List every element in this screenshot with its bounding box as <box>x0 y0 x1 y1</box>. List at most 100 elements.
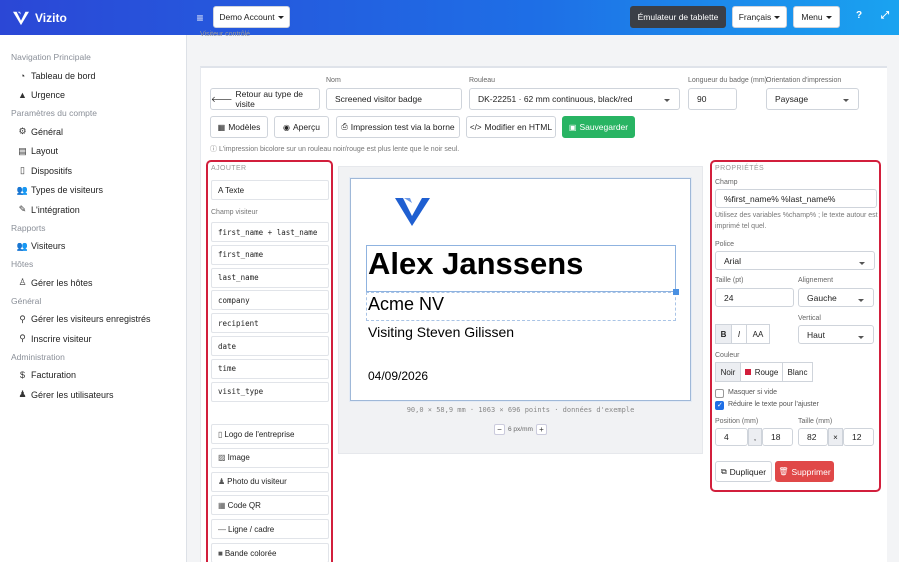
width-value: 82 <box>807 432 817 442</box>
sidebar-item[interactable]: ⚙ Général <box>0 122 186 142</box>
size-input-value: 24 <box>724 292 734 303</box>
language-dropdown[interactable]: Français <box>732 6 787 28</box>
test-print-button[interactable]: ⎙ Impression test via la borne <box>336 116 460 138</box>
vertical-select[interactable]: Haut <box>798 325 874 344</box>
name-input-value: Screened visitor badge <box>335 94 422 104</box>
duplicate-button[interactable]: ⧉ Dupliquer <box>715 461 772 482</box>
sidebar-item-icon: ⚲ <box>19 313 26 324</box>
visitor-field-item[interactable]: first_name <box>211 244 329 265</box>
italic-toggle[interactable]: I <box>732 324 747 344</box>
size-input[interactable]: 24 <box>715 288 794 307</box>
font-select[interactable]: Arial <box>715 251 875 270</box>
edit-html-button[interactable]: </> Modifier en HTML <box>466 116 556 138</box>
back-to-visit-type-button[interactable]: 🡐 Retour au type de visite <box>210 88 320 110</box>
position-separator: , <box>748 428 762 446</box>
sidebar-item-icon: $ <box>19 370 25 381</box>
add-element-label: Logo de l'entreprise <box>224 429 295 439</box>
roll-select[interactable]: DK-22251 · 62 mm continuous, black/red <box>469 88 680 110</box>
caps-toggle[interactable]: AA <box>747 324 770 344</box>
position-y-input[interactable]: 18 <box>762 428 793 446</box>
badge-length-input[interactable]: 90 <box>688 88 737 110</box>
add-element-item[interactable]: ▯ Logo de l'entreprise <box>211 424 329 444</box>
color-red-button[interactable]: Rouge <box>741 362 783 382</box>
tablet-emulator-button[interactable]: Émulateur de tablette <box>630 6 726 28</box>
shrink-to-fit-checkbox[interactable] <box>715 401 724 410</box>
add-element-item[interactable]: ■ Bande colorée <box>211 543 329 562</box>
sidebar-item-label: Visiteurs <box>31 241 66 252</box>
font-select-value: Arial <box>724 255 742 266</box>
visitor-field-item[interactable]: recipient <box>211 313 329 334</box>
color-black-button[interactable]: Noir <box>715 362 741 382</box>
add-element-label: Photo du visiteur <box>227 477 287 487</box>
align-select[interactable]: Gauche <box>798 288 874 307</box>
text-style-group: B I AA <box>715 324 770 344</box>
badge-visiting-text[interactable]: Visiting Steven Gilissen <box>368 324 514 340</box>
menu-dropdown[interactable]: Menu <box>793 6 840 28</box>
add-element-item[interactable]: ▦ Code QR <box>211 495 329 516</box>
sidebar-item-label: L'intégration <box>31 204 80 215</box>
visitor-field-item[interactable]: date <box>211 336 329 356</box>
sidebar-item[interactable]: 👥 Types de visiteurs <box>0 181 186 201</box>
brand[interactable]: Vizito <box>0 10 187 26</box>
add-text-item[interactable]: A Texte <box>211 180 329 200</box>
resize-handle[interactable] <box>673 289 679 295</box>
badge-name-text[interactable]: Alex Janssens <box>368 246 583 282</box>
name-input[interactable]: Screened visitor badge <box>326 88 462 110</box>
visitor-field-item[interactable]: time <box>211 358 329 379</box>
badge-logo-icon[interactable] <box>394 196 431 227</box>
sidebar-item[interactable]: ▤ Layout <box>0 142 186 162</box>
badge-date-text[interactable]: 04/09/2026 <box>368 369 428 383</box>
height-input[interactable]: 12 <box>843 428 874 446</box>
name-label: Nom <box>326 77 341 84</box>
sidebar-section-title: Hôtes <box>11 259 34 269</box>
preview-button[interactable]: ◉ Aperçu <box>274 116 329 138</box>
save-button[interactable]: ▣ Sauvegarder <box>562 116 635 138</box>
printer-icon: ⎙ <box>341 122 348 131</box>
sidebar-item[interactable]: 👥 Visiteurs <box>0 237 186 257</box>
add-element-item[interactable]: — Ligne / cadre <box>211 519 329 540</box>
sidebar-item[interactable]: ▯ Dispositifs <box>0 161 186 181</box>
sidebar-item[interactable]: ⚲ Inscrire visiteur <box>0 329 186 349</box>
color-white-button[interactable]: Blanc <box>783 362 813 382</box>
vertical-select-value: Haut <box>807 329 825 340</box>
orientation-select-value: Paysage <box>775 94 809 104</box>
sidebar-item-label: Gérer les hôtes <box>31 277 93 288</box>
orientation-select[interactable]: Paysage <box>766 88 859 110</box>
help-icon[interactable]: ? <box>856 10 862 21</box>
zoom-out-button[interactable]: − <box>494 424 505 435</box>
zoom-in-button[interactable]: + <box>535 424 547 435</box>
visitor-field-item[interactable]: last_name <box>211 267 329 288</box>
badge-company-text[interactable]: Acme NV <box>368 294 444 315</box>
field-input[interactable]: %first_name% %last_name% <box>715 189 877 208</box>
hide-if-empty-checkbox[interactable] <box>715 389 724 398</box>
hamburger-menu-icon[interactable]: ≡ <box>187 11 213 25</box>
bold-toggle[interactable]: B <box>715 324 732 344</box>
account-dropdown[interactable]: Demo Account <box>213 6 290 28</box>
sidebar-item[interactable]: ♙ Gérer les hôtes <box>0 273 186 293</box>
fullscreen-icon[interactable]: ⤢ <box>881 10 889 21</box>
add-element-item[interactable]: ♟ Photo du visiteur <box>211 471 329 492</box>
sidebar-item[interactable]: ✎ L'intégration <box>0 200 186 220</box>
color-label: Couleur <box>715 352 740 359</box>
eye-icon: ◉ <box>283 122 291 132</box>
sidebar-item[interactable]: ♟ Gérer les utilisateurs <box>0 385 186 405</box>
sidebar-item[interactable]: ▲ Urgence <box>0 86 186 106</box>
delete-button[interactable]: 🗑 Supprimer <box>775 461 834 482</box>
position-x-input[interactable]: 4 <box>715 428 748 446</box>
add-element-label: Image <box>227 453 250 463</box>
vizito-logo-icon <box>13 11 29 25</box>
sidebar-item[interactable]: ◔ Tableau de bord <box>0 66 186 86</box>
visitor-field-item[interactable]: visit_type <box>211 381 329 402</box>
shrink-to-fit-label: Réduire le texte pour l'ajuster <box>728 401 819 408</box>
visitor-field-item[interactable]: first_name + last_name <box>211 222 329 242</box>
models-button[interactable]: ▦ Modèles <box>210 116 268 138</box>
sidebar-item[interactable]: ⚲ Gérer les visiteurs enregistrés <box>0 310 186 330</box>
sidebar-item-label: Urgence <box>31 90 66 101</box>
position-y-value: 18 <box>771 432 781 442</box>
add-element-item[interactable]: ▨ Image <box>211 447 329 468</box>
sidebar-item[interactable]: $ Facturation <box>0 366 186 386</box>
visitor-field-item[interactable]: company <box>211 290 329 311</box>
width-input[interactable]: 82 <box>798 428 828 446</box>
sidebar-item-icon: ✎ <box>18 204 27 215</box>
breadcrumb[interactable]: Visiteur contrôlé <box>200 31 250 38</box>
